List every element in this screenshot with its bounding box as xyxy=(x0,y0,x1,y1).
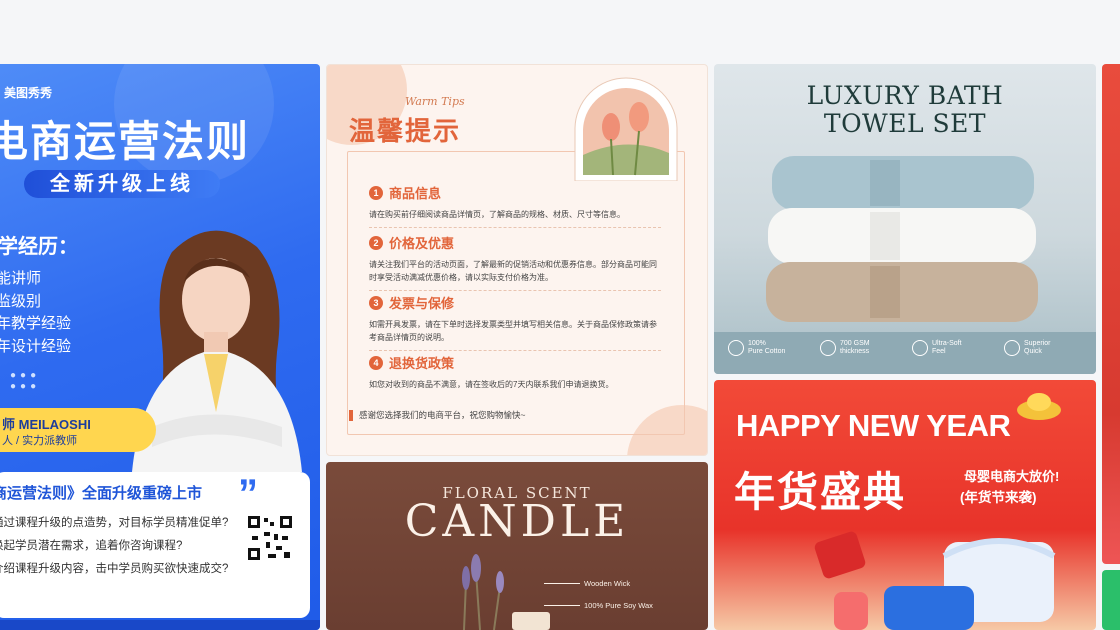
feature-item: 100% Pure Cotton xyxy=(728,340,785,356)
feature-item: 700 GSM thickness xyxy=(820,340,870,356)
top-bar xyxy=(0,0,1120,64)
section-number: 4 xyxy=(369,355,383,370)
experience-item: 监级别 xyxy=(0,292,42,310)
section-heading: 退换货政策 xyxy=(389,356,455,371)
towel-title-line: TOWEL SET xyxy=(823,109,987,138)
experience-title: 学经历： xyxy=(0,236,78,258)
template-card-towels[interactable]: LUXURY BATH TOWEL SET 100% Pure Cotton 70… xyxy=(714,64,1096,374)
section-heading: 发票与保修 xyxy=(389,296,455,311)
section-text: 如您对收到的商品不满意，请在签收后的7天内联系我们申请退换货。 xyxy=(369,380,614,389)
experience-item: 能讲师 xyxy=(0,270,42,287)
feature-line: Feel xyxy=(932,348,946,355)
panel-line: 唤起学员潜在需求，追着你咨询课程? xyxy=(0,540,183,552)
info-panel: 商运营法则》全面升级重磅上市 ” 通过课程升级的点造势，对目标学员精准促单? 唤… xyxy=(0,472,310,618)
promo-line: (年货节来袭) xyxy=(960,490,1037,505)
tips-section: 1 商品信息 请在购买前仔细阅读商品详情页，了解商品的规格、材质、尺寸等信息。 xyxy=(369,183,661,228)
candle-label: Wooden Wick xyxy=(584,579,631,588)
brand-label: 美图秀秀 xyxy=(4,86,53,100)
feature-line: 100% xyxy=(748,340,766,347)
quote-icon: ” xyxy=(238,472,258,516)
divider xyxy=(369,350,661,351)
towel-stack-image xyxy=(766,156,1038,322)
layers-icon xyxy=(820,340,836,356)
template-card-partial[interactable] xyxy=(1102,64,1120,564)
footer-marker xyxy=(349,409,353,421)
footer-text: 感谢您选择我们的电商平台，祝您购物愉快~ xyxy=(359,410,526,420)
divider xyxy=(369,290,661,291)
section-number: 3 xyxy=(369,295,383,310)
tulip-photo xyxy=(574,77,678,181)
qr-code-icon xyxy=(246,514,294,562)
feature-item: Superior Quick xyxy=(1004,340,1050,356)
new-year-title: HAPPY NEW YEAR xyxy=(736,408,1011,443)
promo-line: 母婴电商大放价! xyxy=(964,469,1060,484)
divider xyxy=(369,227,661,228)
feature-line: Ultra-Soft xyxy=(932,340,962,347)
dots-decor: ●●● ●●● xyxy=(10,370,41,392)
bottom-strip xyxy=(0,620,320,630)
tips-section: 4 退换货政策 如您对收到的商品不满意，请在签收后的7天内联系我们申请退换货。 xyxy=(369,353,661,391)
tips-footer: 感谢您选择我们的电商平台，祝您购物愉快~ xyxy=(349,409,525,421)
poster-title: 电商运营法则 xyxy=(0,118,251,165)
feature-line: 700 GSM xyxy=(840,340,870,347)
new-year-subtitle: 年货盛典 xyxy=(734,469,906,515)
teacher-name: 师 MEILAOSHI xyxy=(2,417,91,432)
products-image xyxy=(814,531,1056,630)
subtitle-pill: 全新升级上线 xyxy=(24,170,220,198)
section-text: 如需开具发票，请在下单时选择发票类型并填写相关信息。关于商品保修政策请参考商品详… xyxy=(369,320,657,342)
feature-line: Quick xyxy=(1024,348,1042,355)
panel-line: 通过课程升级的点造势，对目标学员精准促单? xyxy=(0,517,229,529)
feature-line: thickness xyxy=(840,348,870,355)
template-card-warm-tips[interactable]: Warm Tips 温馨提示 1 商品信息 请在购买前仔细阅读商品详情页，了解商品… xyxy=(326,64,708,456)
panel-lines: 通过课程升级的点造势，对目标学员精准促单? 唤起学员潜在需求，追着你咨询课程? … xyxy=(0,512,240,581)
lavender-image xyxy=(462,554,550,630)
template-card-partial[interactable] xyxy=(1102,570,1120,630)
teacher-name-bar: 师 MEILAOSHI 人 / 实力派教师 xyxy=(0,408,156,452)
tips-title: 温馨提示 xyxy=(349,116,462,146)
leaf-icon xyxy=(728,340,744,356)
panel-heading: 商运营法则》全面升级重磅上市 xyxy=(0,485,203,502)
experience-list: 能讲师 监级别 年教学经验 年设计经验 xyxy=(0,268,71,358)
section-heading: 价格及优惠 xyxy=(389,236,455,251)
candle-title: CANDLE xyxy=(404,496,630,547)
tips-section: 3 发票与保修 如需开具发票，请在下单时选择发票类型并填写相关信息。关于商品保修政… xyxy=(369,293,661,351)
feature-item: Ultra-Soft Feel xyxy=(912,340,962,356)
section-heading: 商品信息 xyxy=(389,186,442,201)
experience-item: 年教学经验 xyxy=(0,315,72,332)
template-card-candle[interactable]: FLORAL SCENT CANDLE Wooden Wick 100% Pur… xyxy=(326,462,708,630)
gold-ingot-icon xyxy=(1017,393,1061,420)
section-text: 请在购买前仔细阅读商品详情页，了解商品的规格、材质、尺寸等信息。 xyxy=(369,210,625,219)
teacher-tag: 人 / 实力派教师 xyxy=(2,435,78,447)
script-label: Warm Tips xyxy=(405,95,465,108)
drop-icon xyxy=(1004,340,1020,356)
feature-line: Pure Cotton xyxy=(748,348,786,355)
section-number: 1 xyxy=(369,185,383,200)
section-number: 2 xyxy=(369,235,383,250)
section-text: 请关注我们平台的活动页面，了解最新的促销活动和优惠券信息。部分商品可能同时享受活… xyxy=(369,260,657,282)
feature-line: Superior xyxy=(1024,340,1051,347)
feather-icon xyxy=(912,340,928,356)
experience-item: 年设计经验 xyxy=(0,337,72,355)
template-card-course[interactable]: 美图秀秀 电商运营法则 全新升级上线 学经历： 能讲师 监级别 年教学经验 年设… xyxy=(0,64,320,630)
towel-title: LUXURY BATH TOWEL SET xyxy=(714,82,1096,138)
tips-section: 2 价格及优惠 请关注我们平台的活动页面，了解最新的促销活动和优惠券信息。部分商品… xyxy=(369,233,661,291)
template-card-new-year[interactable]: HAPPY NEW YEAR 年货盛典 母婴电商大放价! (年货节来袭) xyxy=(714,380,1096,630)
label-line xyxy=(544,605,580,606)
panel-line: 介绍课程升级内容，击中学员购买欲快速成交? xyxy=(0,563,229,575)
candle-label: 100% Pure Soy Wax xyxy=(584,601,653,610)
label-line xyxy=(544,583,580,584)
towel-title-line: LUXURY BATH xyxy=(806,81,1004,110)
